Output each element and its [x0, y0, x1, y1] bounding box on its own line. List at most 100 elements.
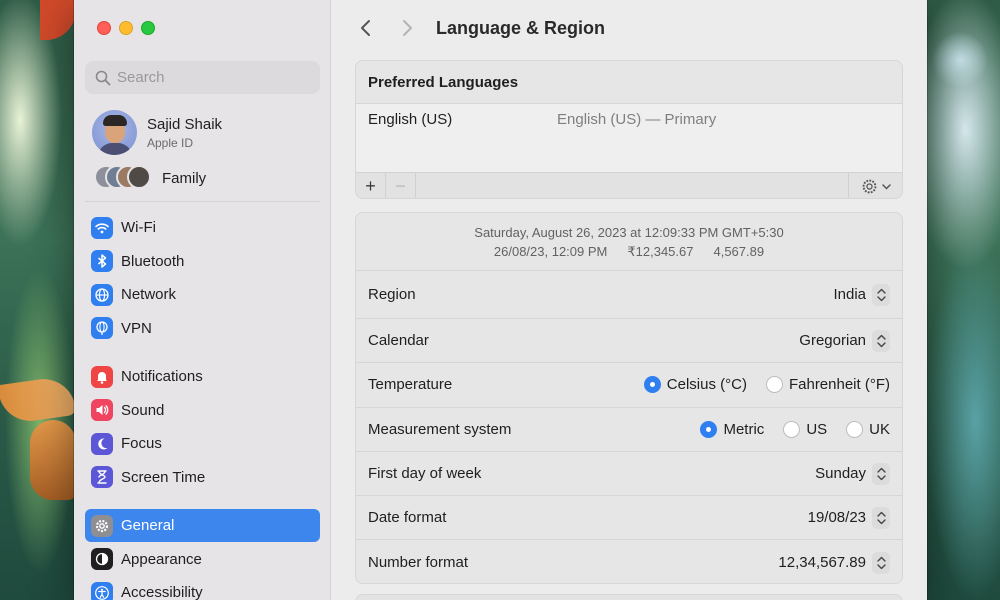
- radio-button[interactable]: [765, 376, 783, 394]
- format-preview: Saturday, August 26, 2023 at 12:09:33 PM…: [356, 213, 902, 271]
- language-detail: English (US) — Primary: [557, 111, 717, 128]
- forward-button[interactable]: [396, 17, 418, 39]
- maximize-window-button[interactable]: [141, 21, 155, 35]
- region-row: Region India: [356, 271, 902, 319]
- setting-value: 12,34,567.89: [778, 554, 866, 572]
- language-options-button[interactable]: [848, 173, 902, 198]
- calendar-row: Calendar Gregorian: [356, 319, 902, 364]
- profile-subtitle: Apple ID: [147, 135, 194, 150]
- sidebar-item-label: Screen Time: [121, 468, 206, 486]
- radio-label: US: [806, 420, 828, 438]
- calendar-popup[interactable]: Gregorian: [799, 329, 890, 352]
- sidebar-item-vpn[interactable]: VPN: [85, 312, 320, 345]
- date-format-popup[interactable]: 19/08/23: [807, 506, 890, 529]
- up-down-chevron-icon: [872, 506, 890, 529]
- setting-value: Gregorian: [799, 332, 866, 350]
- sidebar-item-label: Focus: [121, 435, 162, 453]
- setting-label: Temperature: [368, 376, 453, 394]
- up-down-chevron-icon: [872, 329, 890, 352]
- language-name: English (US): [368, 111, 453, 128]
- preferred-languages-panel: Preferred Languages English (US) English…: [355, 60, 903, 199]
- celsius-radio[interactable]: Celsius (°C): [643, 376, 747, 394]
- preferred-languages-heading: Preferred Languages: [356, 61, 902, 104]
- sidebar-item-label: VPN: [121, 319, 152, 337]
- close-window-button[interactable]: [97, 21, 111, 35]
- moon-icon: [91, 432, 113, 455]
- sidebar-item-network[interactable]: Network: [85, 278, 320, 311]
- apple-id-profile[interactable]: Sajid Shaik Apple ID: [92, 110, 222, 155]
- add-language-button[interactable]: +: [356, 172, 386, 198]
- radio-label: UK: [869, 420, 890, 438]
- sidebar-item-general[interactable]: General: [85, 509, 320, 542]
- window-controls: [97, 21, 155, 35]
- sidebar-item-wifi[interactable]: Wi-Fi: [85, 211, 320, 244]
- sidebar-item-screen-time[interactable]: Screen Time: [85, 461, 320, 494]
- region-settings-panel: Saturday, August 26, 2023 at 12:09:33 PM…: [355, 212, 903, 584]
- uk-radio[interactable]: UK: [846, 420, 890, 438]
- next-settings-panel: [355, 594, 903, 600]
- preview-number: 4,567.89: [713, 243, 765, 259]
- radio-button[interactable]: [846, 420, 864, 438]
- radio-button-selected[interactable]: [700, 420, 718, 438]
- back-button[interactable]: [355, 17, 377, 39]
- chevron-left-icon: [361, 20, 370, 36]
- sidebar-item-accessibility[interactable]: Accessibility: [85, 576, 320, 600]
- sidebar-group-notifications: Notifications Sound Focus Screen Time: [85, 360, 320, 494]
- sidebar-item-label: Accessibility: [121, 584, 203, 600]
- language-row[interactable]: English (US) English (US) — Primary: [356, 104, 902, 172]
- bell-icon: [91, 365, 113, 388]
- search-field[interactable]: [85, 61, 320, 94]
- fahrenheit-radio[interactable]: Fahrenheit (°F): [765, 376, 890, 394]
- sidebar-item-family[interactable]: Family: [94, 165, 206, 191]
- gear-icon: [862, 179, 876, 194]
- sidebar-group-general: General Appearance Accessibility: [85, 509, 320, 600]
- search-input[interactable]: [117, 69, 307, 86]
- us-radio[interactable]: US: [783, 420, 828, 438]
- sidebar-item-appearance[interactable]: Appearance: [85, 543, 320, 576]
- date-format-row: Date format 19/08/23: [356, 496, 902, 541]
- sidebar-divider: [85, 201, 320, 202]
- bluetooth-icon: [91, 250, 113, 273]
- number-format-row: Number format 12,34,567.89: [356, 540, 902, 583]
- language-toolbar: + −: [356, 172, 902, 198]
- first-day-popup[interactable]: Sunday: [815, 462, 890, 485]
- gear-icon: [91, 514, 113, 537]
- main-pane: Language & Region Preferred Languages En…: [331, 0, 927, 600]
- radio-button-selected[interactable]: [643, 376, 661, 394]
- sidebar-item-label: General: [121, 517, 175, 534]
- chevron-down-icon: [881, 183, 891, 190]
- sidebar-item-sound[interactable]: Sound: [85, 394, 320, 427]
- sidebar-item-label: Appearance: [121, 550, 202, 568]
- settings-window: Sajid Shaik Apple ID Family Wi-Fi: [74, 0, 927, 600]
- measurement-radio-group: Metric US UK: [700, 420, 890, 438]
- setting-label: Measurement system: [368, 420, 512, 438]
- preview-date: 26/08/23, 12:09 PM: [493, 243, 608, 259]
- setting-label: Date format: [368, 509, 447, 527]
- radio-button[interactable]: [783, 420, 801, 438]
- remove-language-button[interactable]: −: [386, 172, 416, 198]
- number-format-popup[interactable]: 12,34,567.89: [778, 551, 890, 574]
- minimize-window-button[interactable]: [119, 21, 133, 35]
- sidebar-item-bluetooth[interactable]: Bluetooth: [85, 245, 320, 278]
- page-title: Language & Region: [436, 18, 606, 38]
- vpn-globe-icon: [91, 317, 113, 340]
- temperature-radio-group: Celsius (°C) Fahrenheit (°F): [643, 376, 890, 394]
- sidebar-item-notifications[interactable]: Notifications: [85, 360, 320, 393]
- globe-icon: [91, 283, 113, 306]
- radio-label: Fahrenheit (°F): [788, 376, 890, 394]
- sidebar-item-focus[interactable]: Focus: [85, 427, 320, 460]
- speaker-icon: [91, 399, 113, 422]
- wifi-icon: [91, 216, 113, 239]
- measurement-row: Measurement system Metric US UK: [356, 408, 902, 452]
- region-popup[interactable]: India: [833, 283, 890, 306]
- radio-label: Celsius (°C): [666, 376, 747, 394]
- first-day-row: First day of week Sunday: [356, 452, 902, 497]
- setting-label: Number format: [368, 554, 469, 572]
- sidebar-item-label: Network: [121, 286, 177, 304]
- profile-name: Sajid Shaik: [147, 115, 223, 133]
- sidebar-item-label: Wi-Fi: [121, 219, 156, 236]
- setting-value: 19/08/23: [807, 509, 866, 527]
- metric-radio[interactable]: Metric: [700, 420, 764, 438]
- accessibility-icon: [91, 581, 113, 600]
- setting-value: Sunday: [815, 465, 866, 483]
